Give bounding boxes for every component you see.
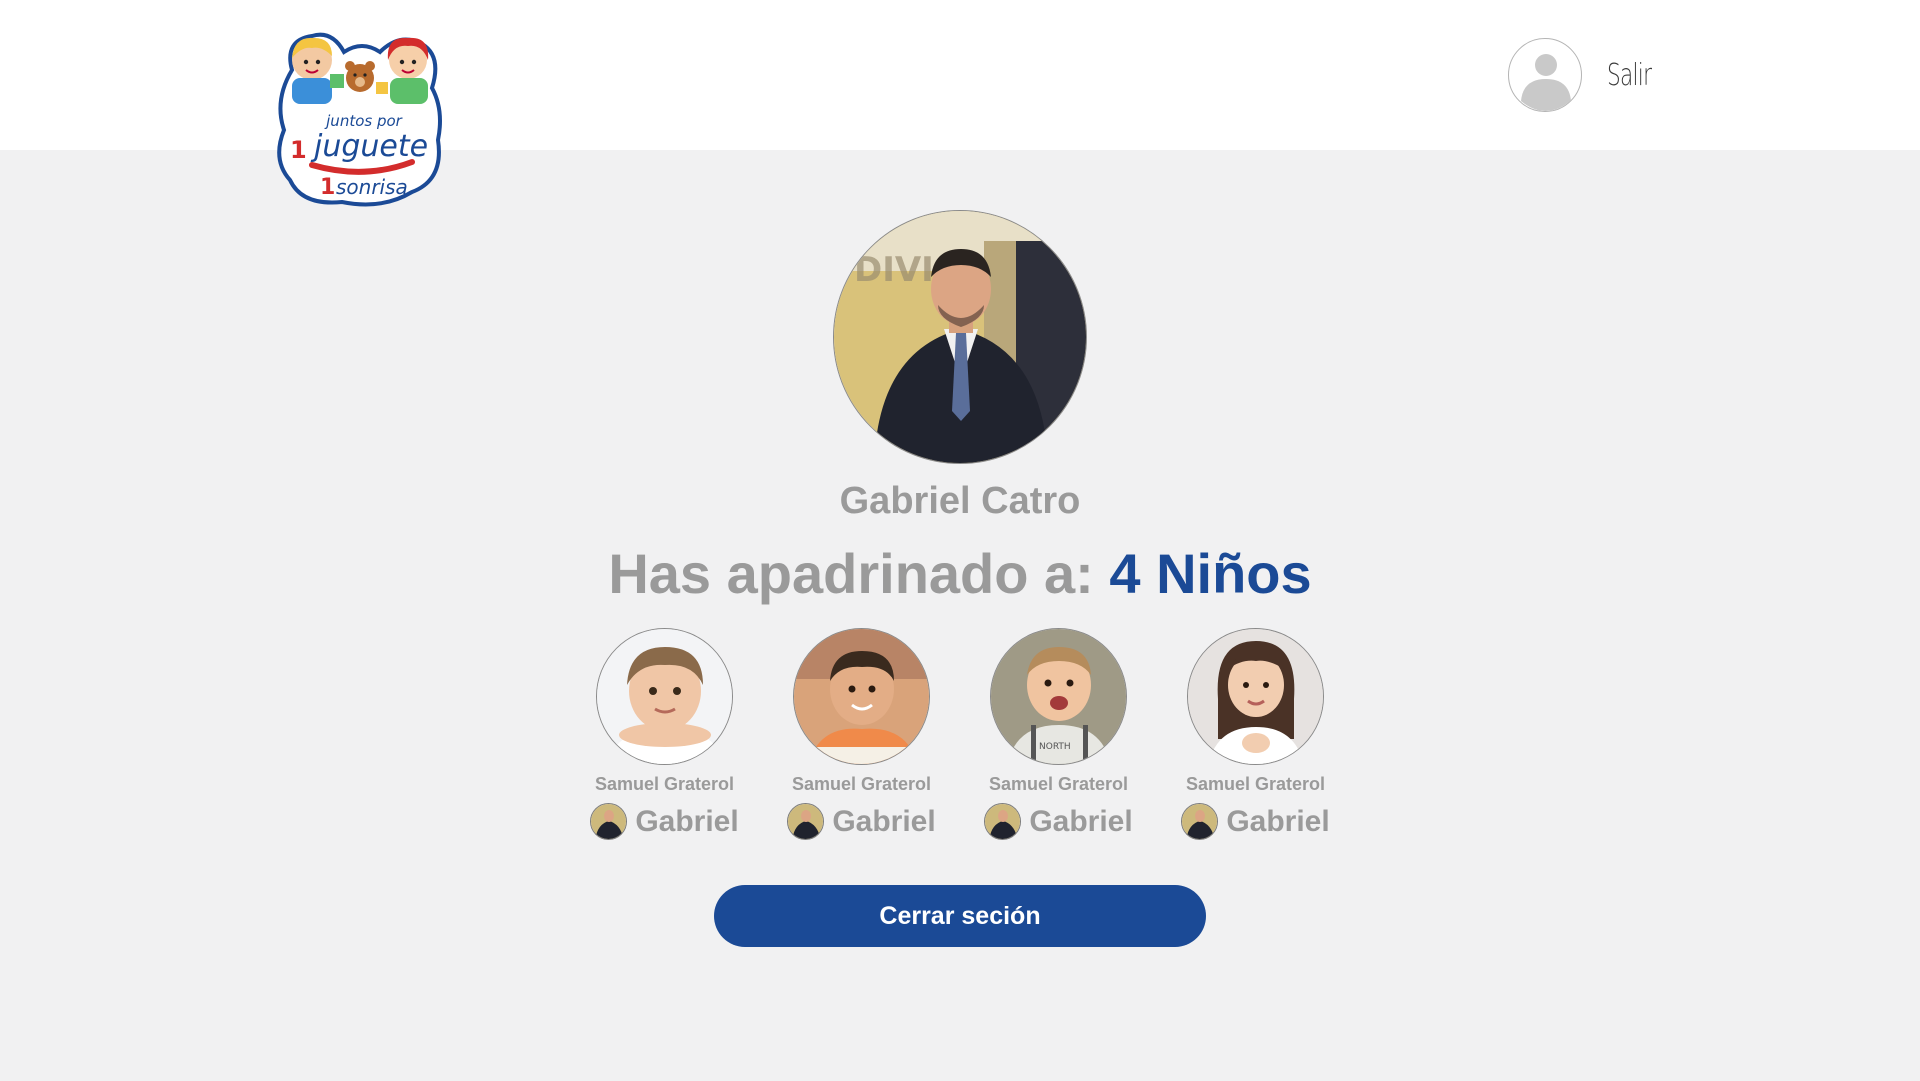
sponsored-label: Has apadrinado a: — [608, 542, 1094, 605]
svg-text:1: 1 — [320, 175, 335, 200]
child-name: Samuel Graterol — [594, 774, 735, 794]
sponsored-children-list: Samuel Graterol Gabriel Samuel Graterol … — [590, 628, 1330, 840]
sponsor-avatar — [590, 803, 628, 840]
sponsor-chip: Gabriel — [984, 803, 1133, 840]
sponsored-count-heading: Has apadrinado a: 4 Niños — [608, 541, 1311, 606]
sponsor-chip: Gabriel — [1181, 803, 1330, 840]
user-placeholder-icon[interactable] — [1508, 38, 1582, 112]
sponsor-chip: Gabriel — [590, 803, 739, 840]
child-card[interactable]: NORTH Samuel Graterol Gabriel — [984, 628, 1133, 840]
child-name: Samuel Graterol — [1185, 774, 1326, 794]
sponsor-avatar — [984, 803, 1022, 840]
sponsored-count: 4 Niños — [1109, 542, 1312, 605]
child-name: Samuel Graterol — [988, 774, 1129, 794]
svg-text:NORTH: NORTH — [1039, 742, 1071, 752]
child-photo — [596, 628, 733, 765]
sponsor-avatar — [1181, 803, 1219, 840]
child-photo — [793, 628, 930, 765]
svg-text:1: 1 — [290, 136, 307, 164]
logout-label[interactable]: Salir — [1607, 58, 1652, 93]
profile-section: DIVISI Gabriel Catro Has apadrinado a: 4… — [0, 150, 1920, 947]
child-card[interactable]: Samuel Graterol Gabriel — [1181, 628, 1330, 840]
sponsor-name: Gabriel — [832, 804, 936, 838]
child-card[interactable]: Samuel Graterol Gabriel — [590, 628, 739, 840]
sponsor-chip: Gabriel — [787, 803, 936, 840]
child-photo — [1187, 628, 1324, 765]
profile-name: Gabriel Catro — [839, 480, 1081, 522]
child-photo: NORTH — [990, 628, 1127, 765]
logout-link[interactable]: Salir — [1508, 38, 1667, 112]
sponsor-name: Gabriel — [1226, 804, 1330, 838]
sponsor-name: Gabriel — [635, 804, 739, 838]
close-session-button[interactable]: Cerrar seción — [714, 885, 1206, 947]
sponsor-name: Gabriel — [1029, 804, 1133, 838]
svg-text:sonrisa: sonrisa — [336, 175, 408, 199]
brand-logo[interactable]: juntos por 1 juguete 1 sonrisa — [272, 30, 447, 212]
logo-text-line1: juntos por — [324, 112, 403, 130]
profile-photo: DIVISI — [833, 210, 1087, 464]
child-name: Samuel Graterol — [791, 774, 932, 794]
child-card[interactable]: Samuel Graterol Gabriel — [787, 628, 936, 840]
svg-text:juguete: juguete — [310, 129, 428, 164]
sponsor-avatar — [787, 803, 825, 840]
